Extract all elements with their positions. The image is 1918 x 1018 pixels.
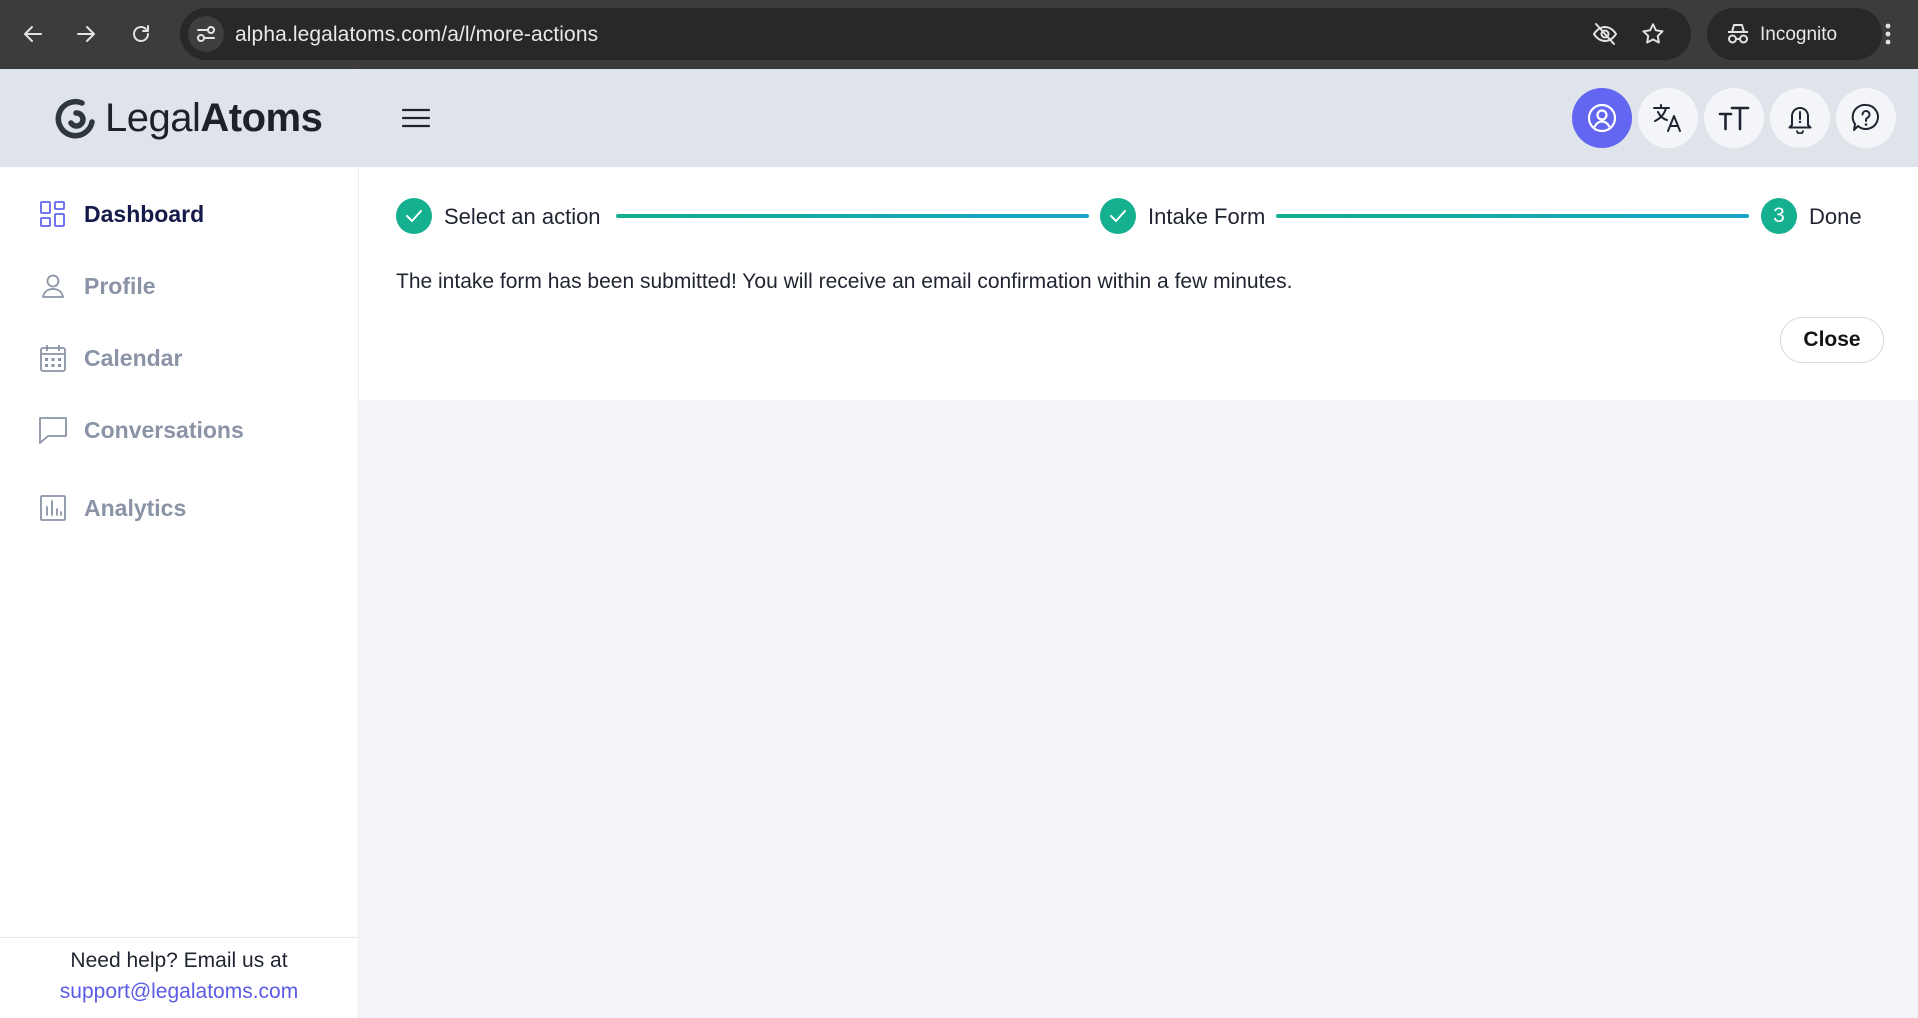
eye-slash-icon[interactable]	[1591, 20, 1619, 48]
more-vert-icon[interactable]	[1876, 18, 1900, 50]
site-info-icon[interactable]	[188, 16, 224, 52]
reload-icon[interactable]	[121, 14, 161, 54]
translate-icon[interactable]	[1638, 88, 1698, 148]
help-circle-icon[interactable]	[1836, 88, 1896, 148]
forward-arrow-icon[interactable]	[66, 14, 106, 54]
step-complete-check-icon	[1100, 198, 1136, 234]
address-bar[interactable]: alpha.legalatoms.com/a/l/more-actions	[180, 8, 1691, 60]
font-size-icon[interactable]	[1704, 88, 1764, 148]
confirmation-message: The intake form has been submitted! You …	[396, 270, 1293, 293]
support-email-link[interactable]: support@legalatoms.com	[0, 980, 358, 1004]
step-label-intake-form: Intake Form	[1148, 204, 1266, 229]
sidebar-item-conversations[interactable]: Conversations	[38, 410, 338, 450]
legalatoms-logo-icon	[52, 95, 100, 141]
star-icon[interactable]	[1639, 20, 1667, 48]
sidebar: Dashboard Profile Calendar Conversations…	[0, 167, 359, 1018]
incognito-icon	[1724, 21, 1752, 47]
step-number-badge: 3	[1761, 198, 1797, 234]
person-icon	[38, 271, 68, 301]
bell-icon[interactable]	[1770, 88, 1830, 148]
chat-bubble-icon	[38, 415, 68, 445]
close-button[interactable]: Close	[1780, 317, 1884, 363]
step-connector	[1276, 214, 1749, 218]
sidebar-item-label: Calendar	[84, 344, 183, 371]
sidebar-item-label: Dashboard	[84, 200, 205, 227]
step-label-select-action: Select an action	[444, 204, 601, 229]
step-connector	[616, 214, 1089, 218]
sidebar-item-dashboard[interactable]: Dashboard	[38, 194, 338, 234]
app-header	[359, 69, 1918, 167]
url-text[interactable]: alpha.legalatoms.com/a/l/more-actions	[235, 23, 598, 47]
sidebar-item-analytics[interactable]: Analytics	[38, 488, 338, 528]
sidebar-item-profile[interactable]: Profile	[38, 266, 338, 306]
action-panel: Select an action Intake Form 3 Done The …	[359, 167, 1918, 400]
dashboard-grid-icon	[38, 199, 68, 229]
incognito-label: Incognito	[1760, 24, 1838, 45]
step-label-done: Done	[1809, 204, 1862, 229]
user-circle-icon[interactable]	[1572, 88, 1632, 148]
hamburger-icon[interactable]	[399, 101, 433, 135]
back-arrow-icon[interactable]	[13, 14, 53, 54]
brand-suffix: Atoms	[200, 96, 323, 140]
incognito-indicator[interactable]: Incognito	[1707, 8, 1882, 60]
brand-logo[interactable]: LegalAtoms	[0, 69, 359, 167]
bar-chart-icon	[38, 493, 68, 523]
sidebar-item-label: Conversations	[84, 416, 244, 443]
help-footer: Need help? Email us at support@legalatom…	[0, 937, 358, 1018]
step-complete-check-icon	[396, 198, 432, 234]
sidebar-item-calendar[interactable]: Calendar	[38, 338, 338, 378]
sidebar-item-label: Profile	[84, 272, 156, 299]
brand-prefix: Legal	[105, 96, 201, 140]
browser-toolbar: alpha.legalatoms.com/a/l/more-actions In…	[0, 0, 1918, 69]
calendar-icon	[38, 343, 68, 373]
sidebar-item-label: Analytics	[84, 494, 187, 521]
help-text: Need help? Email us at	[70, 949, 288, 972]
brand-wordmark: LegalAtoms	[105, 96, 323, 141]
